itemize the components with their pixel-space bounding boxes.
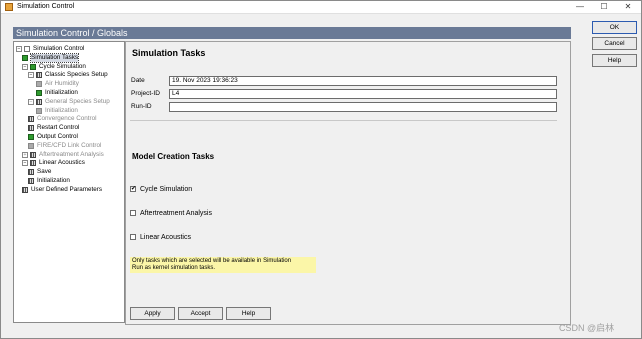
watermark: CSDN @启林 — [559, 323, 615, 333]
tree-item-label: Linear Acoustics — [39, 159, 85, 167]
tree-node-icon — [22, 54, 28, 61]
tree-item-label: Output Control — [37, 133, 78, 140]
tree-expander-icon[interactable]: − — [22, 160, 28, 167]
project-id-label: Project-ID — [131, 90, 160, 97]
linear-acoustics-checkbox[interactable]: Linear Acoustics — [130, 234, 191, 241]
tree-node-icon — [28, 169, 34, 176]
aftertreatment-analysis-checkbox[interactable]: Aftertreatment Analysis — [130, 210, 212, 217]
tree-item[interactable]: − General Species Setup — [28, 98, 110, 106]
tree-node-icon — [36, 98, 42, 105]
checkbox-label: Cycle Simulation — [140, 186, 193, 193]
checkbox-label: Linear Acoustics — [140, 234, 191, 241]
tree-item[interactable]: − Linear Acoustics — [22, 159, 85, 167]
tree-node-icon — [36, 107, 42, 114]
panel-title: Simulation Tasks — [132, 48, 206, 58]
tree-node-icon — [28, 142, 34, 149]
cancel-button[interactable]: Cancel — [592, 37, 637, 50]
tree-item[interactable]: Save — [28, 168, 51, 176]
run-id-field[interactable] — [169, 102, 557, 112]
info-note: Only tasks which are selected will be av… — [130, 257, 316, 273]
tree-item[interactable]: Initialization — [28, 177, 70, 185]
tree-item[interactable]: User Defined Parameters — [22, 186, 102, 194]
tree-item-label: Initialization — [45, 89, 78, 96]
tree-item[interactable]: − Classic Species Setup — [28, 71, 108, 79]
tree-node-icon — [30, 160, 36, 167]
accept-button[interactable]: Accept — [178, 307, 223, 320]
tree-item[interactable]: Initialization — [36, 107, 78, 115]
info-note-line: Only tasks which are selected will be av… — [132, 258, 292, 264]
checkbox-box[interactable] — [130, 210, 136, 217]
tree-item[interactable]: Initialization — [36, 89, 78, 97]
tree-item-label: Restart Control — [37, 124, 80, 132]
tree-expander-icon[interactable]: + — [22, 151, 28, 158]
model-creation-tasks-title: Model Creation Tasks — [132, 152, 215, 161]
app-icon — [5, 3, 13, 11]
tree-node-icon — [36, 90, 42, 96]
tree-expander-icon[interactable]: − — [28, 72, 34, 79]
tree-expander-icon[interactable]: − — [16, 46, 22, 52]
tree-item-label: General Species Setup — [45, 97, 110, 105]
tree-item-label: Convergence Control — [37, 115, 97, 123]
info-note-line: Run as kernel simulation tasks. — [132, 265, 216, 271]
run-id-label: Run-ID — [131, 103, 152, 110]
date-label: Date — [131, 77, 145, 84]
window-title: Simulation Control — [17, 3, 75, 10]
tree-node-icon — [36, 72, 42, 79]
tree-node-icon — [28, 116, 34, 123]
tree-item-label: Simulation Tasks — [29, 52, 80, 63]
tree-item-label: Simulation Control — [33, 45, 85, 52]
tree-node-icon — [30, 151, 36, 158]
tree-item-label: Aftertreatment Analysis — [39, 150, 104, 158]
tree-item[interactable]: − Cycle Simulation — [22, 63, 86, 71]
maximize-button[interactable]: ☐ — [593, 1, 615, 14]
tree-node-icon — [36, 81, 42, 88]
separator — [130, 120, 557, 121]
cycle-simulation-checkbox[interactable]: ✔ Cycle Simulation — [130, 186, 192, 193]
panel-help-button[interactable]: Help — [226, 307, 271, 320]
title-bar: Simulation Control — ☐ ✕ — [1, 1, 641, 14]
close-button[interactable]: ✕ — [617, 1, 639, 14]
tree-item[interactable]: Convergence Control — [28, 115, 97, 123]
checkbox-box[interactable]: ✔ — [130, 186, 136, 193]
tree-item[interactable]: Air Humidity — [36, 80, 79, 88]
tree-item[interactable]: Restart Control — [28, 124, 79, 132]
section-banner: Simulation Control / Globals — [13, 27, 571, 39]
checkbox-label: Aftertreatment Analysis — [140, 210, 212, 217]
tree-item-label: FIRE/CFD Link Control — [37, 141, 102, 149]
tree-item-label: Initialization — [37, 177, 70, 184]
date-field[interactable]: 19. Nov 2023 19:36:23 — [169, 76, 557, 86]
tree-expander-icon[interactable]: − — [22, 63, 28, 70]
simulation-tasks-panel: Simulation Tasks Date 19. Nov 2023 19:36… — [125, 41, 571, 325]
tree-node-icon — [28, 178, 34, 184]
tree-node-icon — [28, 125, 34, 132]
tree-item[interactable]: Output Control — [28, 133, 78, 141]
help-button[interactable]: Help — [592, 54, 637, 67]
ok-button[interactable]: OK — [592, 21, 637, 34]
tree-item-label: User Defined Parameters — [31, 185, 103, 193]
tree-node-icon — [30, 63, 36, 70]
tree-node-icon — [22, 186, 28, 193]
checkbox-box[interactable] — [130, 234, 136, 241]
tree-node-icon — [24, 46, 30, 52]
tree-item-label: Initialization — [45, 106, 78, 114]
tree-item[interactable]: Simulation Tasks — [22, 52, 80, 63]
tree-node-icon — [28, 134, 34, 140]
minimize-button[interactable]: — — [569, 1, 591, 14]
navigation-tree: − Simulation Control Simulation Tasks − Cycl… — [13, 41, 125, 323]
tree-item-label: Save — [37, 168, 52, 176]
tree-item-label: Cycle Simulation — [39, 62, 86, 70]
simulation-control-window: Simulation Control — ☐ ✕ Simulation Cont… — [0, 0, 642, 339]
tree-item[interactable]: − Simulation Control — [16, 45, 84, 53]
apply-button[interactable]: Apply — [130, 307, 175, 320]
tree-item[interactable]: + Aftertreatment Analysis — [22, 151, 104, 159]
project-id-field[interactable]: L4 — [169, 89, 557, 99]
tree-item[interactable]: FIRE/CFD Link Control — [28, 142, 101, 150]
tree-item-label: Air Humidity — [45, 80, 79, 88]
tree-item-label: Classic Species Setup — [45, 71, 108, 79]
tree-expander-icon[interactable]: − — [28, 98, 34, 105]
